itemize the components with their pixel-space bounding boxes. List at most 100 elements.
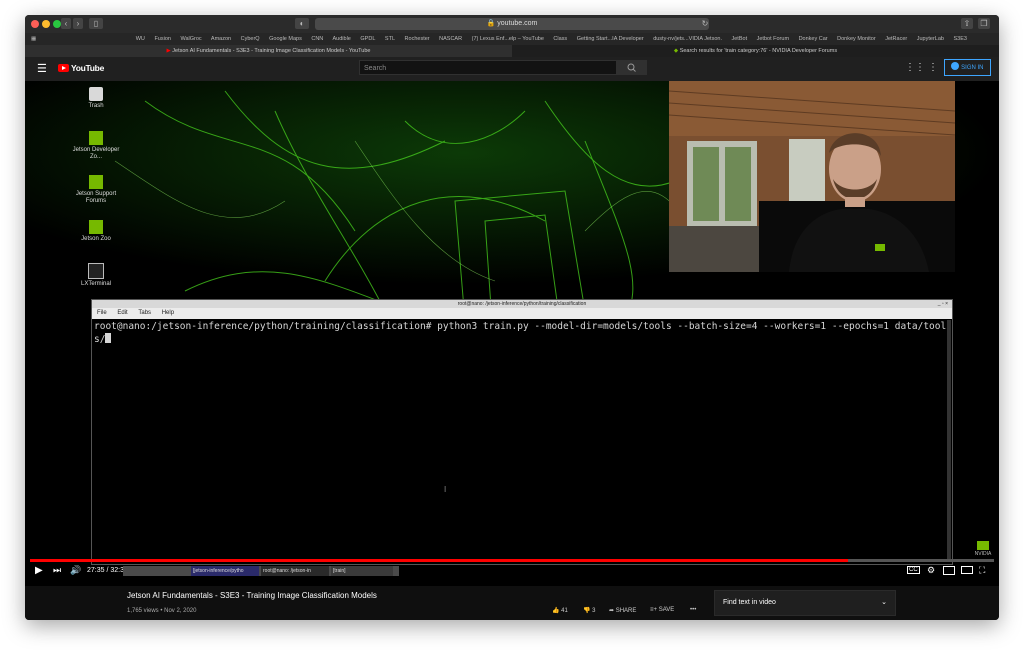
share-icon[interactable]: ⇧ [961,18,973,29]
chevron-down-icon[interactable]: ⌄ [881,591,887,615]
forward-icon[interactable]: › [73,18,83,29]
dislike-count: 3 [592,608,596,614]
bookmark-item[interactable]: Amazon [211,36,231,42]
apps-grid-icon[interactable]: ⋮⋮ [905,62,925,73]
settings-more-icon[interactable]: ⋮ [928,62,938,73]
bookmark-item[interactable]: Class [553,36,567,42]
save-button[interactable]: ≡+ SAVE [650,607,674,613]
bookmark-item[interactable]: CyberQ [241,36,260,42]
video-progress-bar[interactable] [30,559,994,562]
desktop-icon-trash[interactable]: Trash [72,87,120,110]
next-icon[interactable]: ⏭ [53,565,61,576]
back-icon[interactable]: ‹ [61,18,71,29]
trash-icon [89,87,103,101]
hamburger-menu-icon[interactable]: ☰ [37,62,47,75]
thumbs-up-icon: 👍 [552,608,560,614]
tab-youtube[interactable]: ▶ Jetson AI Fundamentals - S3E3 - Traini… [25,45,512,57]
bookmark-item[interactable]: Google Maps [269,36,302,42]
reload-icon[interactable]: ↻ [701,18,709,29]
bookmark-item[interactable]: WU [136,36,145,42]
desktop-icon-jetson-zoo[interactable]: Jetson Zoo [72,220,120,243]
share-label: SHARE [615,608,637,614]
like-button[interactable]: 👍 41 [552,607,568,614]
save-label: SAVE [658,607,675,613]
grid-icon[interactable]: ▦ [31,36,36,42]
menu-file[interactable]: File [97,310,107,316]
share-button[interactable]: ➦ SHARE [609,607,636,614]
browser-window: ‹ › ▯ ◐ 🔒 youtube.com ↻ ⇧ ❐ ▦ WU Fusion … [25,15,999,620]
volume-icon[interactable]: 🔊 [70,565,81,576]
bookmark-item[interactable]: JupyterLab [917,36,944,42]
search-button[interactable] [617,60,647,75]
theater-mode-icon[interactable] [961,566,973,574]
search-input[interactable]: Search [359,60,617,75]
webcam-overlay [669,81,955,272]
bookmarks-bar: ▦ WU Fusion WalGroc Amazon CyberQ Google… [25,33,999,45]
address-bar[interactable]: 🔒 youtube.com [315,18,709,30]
like-count: 41 [561,608,568,614]
minimize-window-button[interactable] [42,20,50,28]
youtube-header: ☰ YouTube Search ⋮⋮ ⋮ SIGN IN [25,57,999,81]
bookmark-item[interactable]: JetBot [732,36,748,42]
bookmark-item[interactable]: (7) Lexus Enf...elp – YouTube [472,36,544,42]
sidebar-icon[interactable]: ▯ [89,18,103,29]
playlist-add-icon: ≡+ [650,607,658,613]
miniplayer-icon[interactable] [943,566,955,575]
bookmark-item[interactable]: Rochester [405,36,430,42]
bookmark-item[interactable]: WalGroc [180,36,201,42]
bookmark-item[interactable]: Fusion [154,36,171,42]
dislike-button[interactable]: 👎 3 [583,607,596,614]
terminal-title-bar: root@nano: /jetson-inference/python/trai… [92,300,952,308]
menu-help[interactable]: Help [162,310,174,316]
bookmark-item[interactable]: GPDL [360,36,375,42]
taskbar-item: [jetson-inference/pytho [191,566,259,576]
bookmark-item[interactable]: CNN [311,36,323,42]
youtube-logo-icon[interactable] [58,64,69,72]
bookmark-item[interactable]: STL [385,36,395,42]
zoom-window-button[interactable] [53,20,61,28]
window-controls-icon[interactable]: _ ▫ × [938,300,948,308]
url-text: youtube.com [497,20,538,27]
captions-icon[interactable]: CC [907,566,920,574]
close-window-button[interactable] [31,20,39,28]
settings-gear-icon[interactable]: ⚙ [927,565,935,576]
video-taskbar: [jetson-inference/pytho root@nano: /jets… [123,566,399,576]
bookmark-item[interactable]: Jetbot Forum [757,36,789,42]
fullscreen-icon[interactable]: ⛶ [979,565,985,576]
tab-nvidia-forums[interactable]: ◆ Search results for 'train category:76'… [512,45,999,57]
bookmark-item[interactable]: dusty-nv/jets...VIDIA Jetson. [653,36,722,42]
bookmark-item[interactable]: Getting Start...IA Developer [577,36,644,42]
terminal-icon [88,263,104,279]
nvidia-icon [89,131,103,145]
player-controls: ▶ ⏭ 🔊 27:35 / 32:30 [jetson-inference/py… [25,563,999,580]
sign-in-button[interactable]: SIGN IN [944,59,991,76]
tabs-overview-icon[interactable]: ❐ [978,18,990,29]
bookmark-item[interactable]: NASCAR [439,36,462,42]
more-actions-icon[interactable]: ••• [690,607,696,613]
privacy-shield-icon[interactable]: ◐ [295,18,309,29]
find-text-in-video-panel[interactable]: Find text in video ⌄ [714,590,896,616]
taskbar-item: [train] [331,566,393,576]
bookmark-item[interactable]: Donkey Monitor [837,36,876,42]
play-icon[interactable]: ▶ [35,565,43,576]
bookmark-item[interactable]: Donkey Car [799,36,828,42]
presenter-webcam-image [669,81,955,272]
nvidia-watermark: NVIDIA [970,541,996,557]
terminal-window[interactable]: root@nano: /jetson-inference/python/trai… [91,299,953,565]
bookmark-item[interactable]: JetRacer [885,36,907,42]
desktop-icon-label: Jetson Developer Zo... [72,147,120,160]
terminal-output[interactable]: root@nano:/jetson-inference/python/train… [94,321,950,346]
menu-edit[interactable]: Edit [117,310,127,316]
video-player[interactable]: Trash Jetson Developer Zo... Jetson Supp… [25,81,999,586]
bookmark-item[interactable]: S3E3 [954,36,967,42]
desktop-icon-lxterminal[interactable]: LXTerminal [72,263,120,288]
desktop-icon-jetson-support-forums[interactable]: Jetson Support Forums [72,175,120,205]
youtube-logo-text[interactable]: YouTube [71,63,104,73]
terminal-title: root@nano: /jetson-inference/python/trai… [457,301,587,307]
menu-tabs[interactable]: Tabs [138,310,151,316]
terminal-scrollbar[interactable] [947,320,951,562]
bookmark-item[interactable]: Audible [333,36,351,42]
mouse-ibeam-cursor-icon: I [444,485,447,494]
nvidia-logo-icon [977,541,989,550]
desktop-icon-jetson-developer-zone[interactable]: Jetson Developer Zo... [72,131,120,161]
